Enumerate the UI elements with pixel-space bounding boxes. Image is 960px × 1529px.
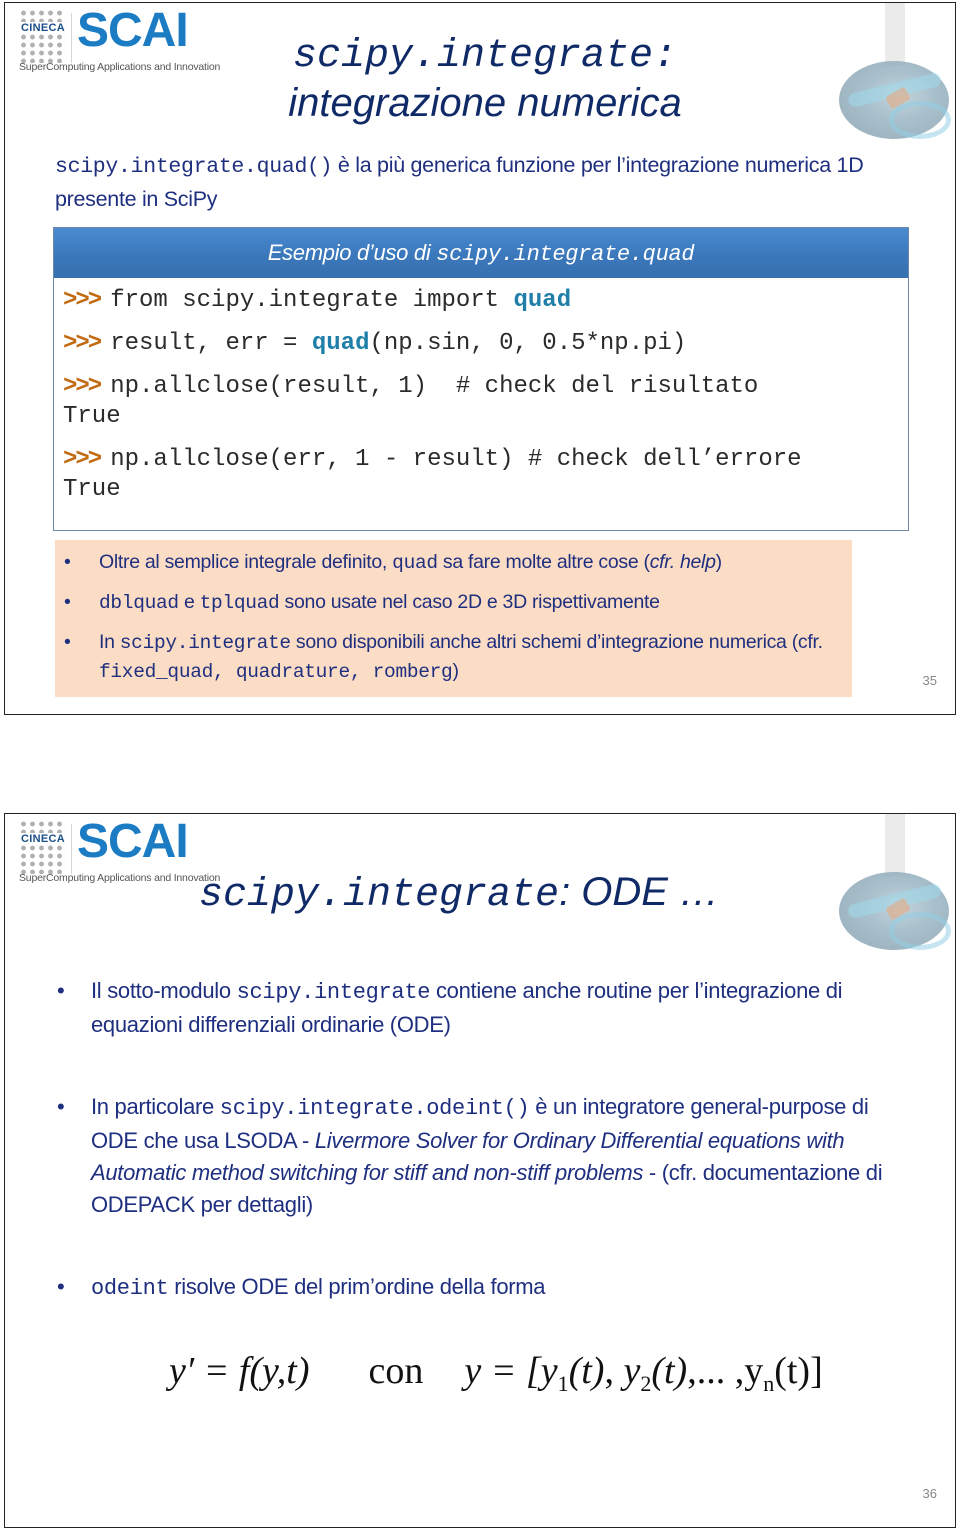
cineca-logo-icon: CINECA [19,820,66,874]
slide-title: scipy.integrate: ODE … [199,870,720,918]
example-box-header: Esempio d’uso di scipy.integrate.quad [54,228,908,278]
bullet-item: • In particolare scipy.integrate.odeint(… [57,1094,883,1217]
note-item: • In scipy.integrate sono disponibili an… [64,631,823,683]
code-lines: >>> from scipy.integrate import quad >>> re… [54,278,908,505]
slide-35: CINECA SCAI SuperComputing Applications … [4,2,956,715]
prompt-marker: >>> [63,446,102,473]
bullet-item: • Il sotto-modulo scipy.integrate contie… [57,978,843,1037]
note-item: • dblquad e tplquad sono usate nel caso … [64,591,660,614]
page-number: 36 [922,1486,937,1501]
scai-logo: CINECA SCAI SuperComputing Applications … [19,815,229,888]
cineca-logo-icon: CINECA [19,9,66,63]
bullet-item: • odeint risolve ODE del prim’ordine del… [57,1274,546,1301]
code-line: >>> np.allclose(result, 1) # check del ri… [63,373,759,400]
slide-36: CINECA SCAI SuperComputing Applications … [4,813,956,1528]
page-number: 35 [922,673,937,688]
code-line: >>> result, err = quad(np.sin, 0, 0.5*np.… [63,330,687,357]
prompt-marker: >>> [63,287,102,314]
code-line: True [63,403,121,430]
bullet-list: • In particolare scipy.integrate.odeint(… [55,1091,895,1221]
notes-box: • Oltre al semplice integrale definito, … [55,540,852,697]
example-code-box: Esempio d’uso di scipy.integrate.quad >>… [53,227,909,531]
note-item: • Oltre al semplice integrale definito, … [64,551,722,574]
scai-wordmark: SCAI [77,815,189,868]
prompt-marker: >>> [63,330,102,357]
logo-tagline: SuperComputing Applications and Innovati… [19,872,221,884]
protein-decoration-icon [835,3,951,143]
intro-paragraph: scipy.integrate.quad() è la più generica… [55,153,864,211]
bullet-list: • Il sotto-modulo scipy.integrate contie… [55,975,895,1041]
scai-wordmark: SCAI [77,4,189,57]
bullet-list: • odeint risolve ODE del prim’ordine del… [55,1271,895,1305]
ode-formula: y′ = f(y,t) con y = [y1(t), y2(t),... ,y… [169,1350,823,1396]
code-line: True [63,476,121,503]
protein-decoration-icon [835,814,951,954]
code-line: >>> np.allclose(err, 1 - result) # check … [63,446,802,473]
slide-title: scipy.integrate: integrazione numerica [288,34,682,125]
prompt-marker: >>> [63,373,102,400]
code-line: >>> from scipy.integrate import quad [63,287,572,314]
